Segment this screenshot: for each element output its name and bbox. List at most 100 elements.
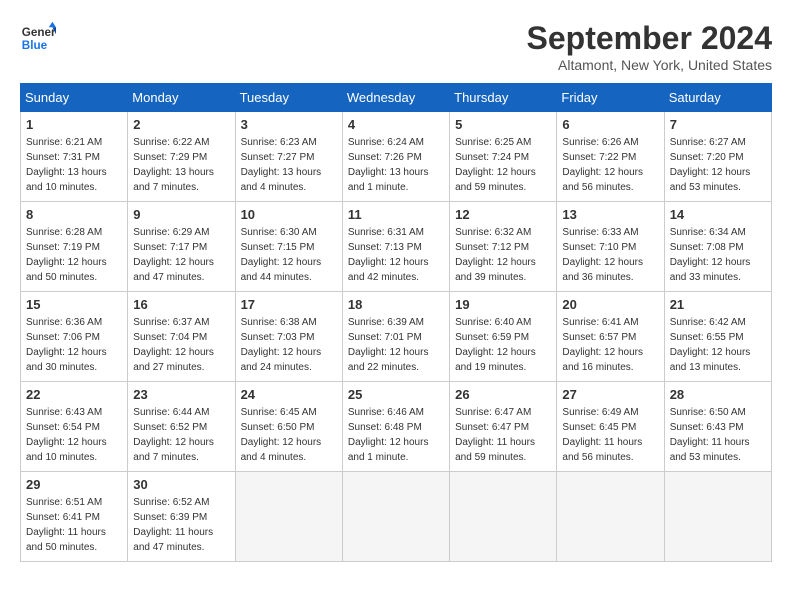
calendar-header: SundayMondayTuesdayWednesdayThursdayFrid…	[21, 84, 772, 112]
calendar-cell: 3 Sunrise: 6:23 AM Sunset: 7:27 PM Daylig…	[235, 112, 342, 202]
calendar-cell: 24 Sunrise: 6:45 AM Sunset: 6:50 PM Dayli…	[235, 382, 342, 472]
day-info: Sunrise: 6:23 AM Sunset: 7:27 PM Dayligh…	[241, 137, 322, 193]
header-monday: Monday	[128, 84, 235, 112]
logo-icon: General Blue	[20, 20, 56, 56]
calendar-cell	[450, 472, 557, 562]
day-info: Sunrise: 6:32 AM Sunset: 7:12 PM Dayligh…	[455, 227, 536, 283]
header-tuesday: Tuesday	[235, 84, 342, 112]
calendar-cell: 22Sunrise: 6:43 AM Sunset: 6:54 PM Dayli…	[21, 382, 128, 472]
day-number: 4	[348, 116, 444, 134]
header-friday: Friday	[557, 84, 664, 112]
day-info: Sunrise: 6:49 AM Sunset: 6:45 PM Dayligh…	[562, 407, 642, 463]
calendar-cell: 25 Sunrise: 6:46 AM Sunset: 6:48 PM Dayli…	[342, 382, 449, 472]
day-number: 14	[670, 206, 766, 224]
day-number: 3	[241, 116, 337, 134]
day-info: Sunrise: 6:45 AM Sunset: 6:50 PM Dayligh…	[241, 407, 322, 463]
day-number: 16	[133, 296, 229, 314]
day-info: Sunrise: 6:43 AM Sunset: 6:54 PM Dayligh…	[26, 407, 107, 463]
day-info: Sunrise: 6:36 AM Sunset: 7:06 PM Dayligh…	[26, 317, 107, 373]
day-info: Sunrise: 6:42 AM Sunset: 6:55 PM Dayligh…	[670, 317, 751, 373]
day-info: Sunrise: 6:34 AM Sunset: 7:08 PM Dayligh…	[670, 227, 751, 283]
day-number: 25	[348, 386, 444, 404]
day-number: 24	[241, 386, 337, 404]
calendar-cell: 18 Sunrise: 6:39 AM Sunset: 7:01 PM Dayli…	[342, 292, 449, 382]
calendar-cell: 23Sunrise: 6:44 AM Sunset: 6:52 PM Dayli…	[128, 382, 235, 472]
calendar-cell: 15 Sunrise: 6:36 AM Sunset: 7:06 PM Dayli…	[21, 292, 128, 382]
header-thursday: Thursday	[450, 84, 557, 112]
day-number: 28	[670, 386, 766, 404]
calendar-cell: 20 Sunrise: 6:41 AM Sunset: 6:57 PM Dayli…	[557, 292, 664, 382]
day-info: Sunrise: 6:28 AM Sunset: 7:19 PM Dayligh…	[26, 227, 107, 283]
day-info: Sunrise: 6:46 AM Sunset: 6:48 PM Dayligh…	[348, 407, 429, 463]
calendar-cell: 30 Sunrise: 6:52 AM Sunset: 6:39 PM Dayli…	[128, 472, 235, 562]
calendar-table: SundayMondayTuesdayWednesdayThursdayFrid…	[20, 83, 772, 562]
calendar-cell: 13 Sunrise: 6:33 AM Sunset: 7:10 PM Dayli…	[557, 202, 664, 292]
svg-text:Blue: Blue	[22, 39, 48, 52]
day-info: Sunrise: 6:21 AM Sunset: 7:31 PM Dayligh…	[26, 137, 107, 193]
svg-text:General: General	[22, 26, 56, 39]
day-number: 18	[348, 296, 444, 314]
calendar-cell: 8 Sunrise: 6:28 AM Sunset: 7:19 PM Daylig…	[21, 202, 128, 292]
day-number: 20	[562, 296, 658, 314]
calendar-cell: 14 Sunrise: 6:34 AM Sunset: 7:08 PM Dayli…	[664, 202, 771, 292]
day-info: Sunrise: 6:41 AM Sunset: 6:57 PM Dayligh…	[562, 317, 643, 373]
day-info: Sunrise: 6:51 AM Sunset: 6:41 PM Dayligh…	[26, 497, 106, 553]
calendar-cell: 19 Sunrise: 6:40 AM Sunset: 6:59 PM Dayli…	[450, 292, 557, 382]
day-number: 21	[670, 296, 766, 314]
day-info: Sunrise: 6:29 AM Sunset: 7:17 PM Dayligh…	[133, 227, 214, 283]
header-wednesday: Wednesday	[342, 84, 449, 112]
day-number: 23	[133, 386, 229, 404]
calendar-week-4: 22Sunrise: 6:43 AM Sunset: 6:54 PM Dayli…	[21, 382, 772, 472]
calendar-cell: 4 Sunrise: 6:24 AM Sunset: 7:26 PM Daylig…	[342, 112, 449, 202]
calendar-cell: 21 Sunrise: 6:42 AM Sunset: 6:55 PM Dayli…	[664, 292, 771, 382]
day-number: 19	[455, 296, 551, 314]
day-number: 29	[26, 476, 122, 494]
day-info: Sunrise: 6:22 AM Sunset: 7:29 PM Dayligh…	[133, 137, 214, 193]
calendar-week-5: 29 Sunrise: 6:51 AM Sunset: 6:41 PM Dayli…	[21, 472, 772, 562]
day-number: 13	[562, 206, 658, 224]
calendar-cell	[557, 472, 664, 562]
page-header: General Blue September 2024 Altamont, Ne…	[20, 20, 772, 73]
calendar-cell: 5 Sunrise: 6:25 AM Sunset: 7:24 PM Daylig…	[450, 112, 557, 202]
day-info: Sunrise: 6:37 AM Sunset: 7:04 PM Dayligh…	[133, 317, 214, 373]
calendar-cell: 11Sunrise: 6:31 AM Sunset: 7:13 PM Dayli…	[342, 202, 449, 292]
calendar-cell: 2 Sunrise: 6:22 AM Sunset: 7:29 PM Daylig…	[128, 112, 235, 202]
day-info: Sunrise: 6:30 AM Sunset: 7:15 PM Dayligh…	[241, 227, 322, 283]
day-number: 7	[670, 116, 766, 134]
month-title: September 2024	[527, 20, 772, 57]
day-info: Sunrise: 6:40 AM Sunset: 6:59 PM Dayligh…	[455, 317, 536, 373]
day-info: Sunrise: 6:47 AM Sunset: 6:47 PM Dayligh…	[455, 407, 535, 463]
day-info: Sunrise: 6:39 AM Sunset: 7:01 PM Dayligh…	[348, 317, 429, 373]
calendar-cell: 9Sunrise: 6:29 AM Sunset: 7:17 PM Daylig…	[128, 202, 235, 292]
calendar-cell: 28 Sunrise: 6:50 AM Sunset: 6:43 PM Dayli…	[664, 382, 771, 472]
calendar-cell: 29 Sunrise: 6:51 AM Sunset: 6:41 PM Dayli…	[21, 472, 128, 562]
day-info: Sunrise: 6:33 AM Sunset: 7:10 PM Dayligh…	[562, 227, 643, 283]
day-number: 17	[241, 296, 337, 314]
day-info: Sunrise: 6:52 AM Sunset: 6:39 PM Dayligh…	[133, 497, 213, 553]
day-number: 8	[26, 206, 122, 224]
day-info: Sunrise: 6:25 AM Sunset: 7:24 PM Dayligh…	[455, 137, 536, 193]
logo: General Blue	[20, 20, 56, 56]
calendar-cell	[235, 472, 342, 562]
day-number: 2	[133, 116, 229, 134]
day-info: Sunrise: 6:50 AM Sunset: 6:43 PM Dayligh…	[670, 407, 750, 463]
calendar-week-3: 15 Sunrise: 6:36 AM Sunset: 7:06 PM Dayli…	[21, 292, 772, 382]
calendar-cell: 12Sunrise: 6:32 AM Sunset: 7:12 PM Dayli…	[450, 202, 557, 292]
calendar-week-1: 1Sunrise: 6:21 AM Sunset: 7:31 PM Daylig…	[21, 112, 772, 202]
day-number: 5	[455, 116, 551, 134]
calendar-cell: 16 Sunrise: 6:37 AM Sunset: 7:04 PM Dayli…	[128, 292, 235, 382]
calendar-cell: 26 Sunrise: 6:47 AM Sunset: 6:47 PM Dayli…	[450, 382, 557, 472]
day-number: 6	[562, 116, 658, 134]
calendar-cell	[664, 472, 771, 562]
day-number: 30	[133, 476, 229, 494]
day-number: 11	[348, 206, 444, 224]
calendar-cell: 1Sunrise: 6:21 AM Sunset: 7:31 PM Daylig…	[21, 112, 128, 202]
day-info: Sunrise: 6:24 AM Sunset: 7:26 PM Dayligh…	[348, 137, 429, 193]
day-number: 15	[26, 296, 122, 314]
calendar-cell: 27 Sunrise: 6:49 AM Sunset: 6:45 PM Dayli…	[557, 382, 664, 472]
header-saturday: Saturday	[664, 84, 771, 112]
calendar-cell	[342, 472, 449, 562]
title-block: September 2024 Altamont, New York, Unite…	[527, 20, 772, 73]
day-number: 26	[455, 386, 551, 404]
day-number: 27	[562, 386, 658, 404]
